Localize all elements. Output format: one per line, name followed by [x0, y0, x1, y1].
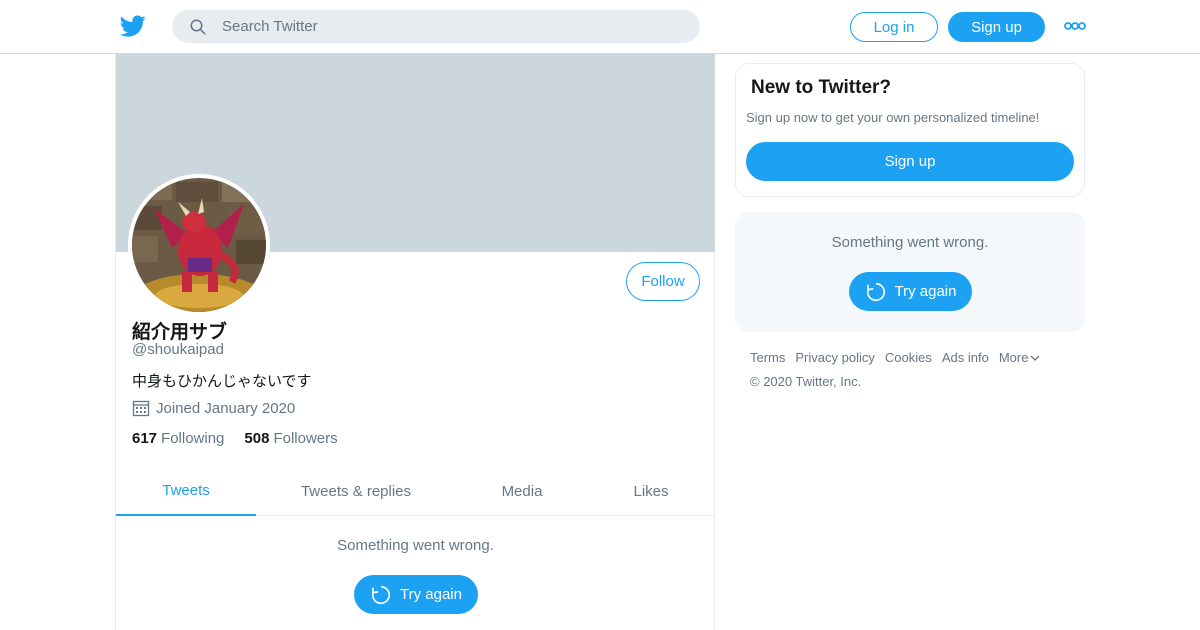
tab-tweets-replies[interactable]: Tweets & replies — [276, 466, 436, 516]
follow-button[interactable]: Follow — [626, 262, 700, 301]
search-box[interactable] — [172, 10, 700, 43]
timeline-error-text: Something went wrong. — [337, 537, 494, 554]
sidebar-footer: Terms Privacy policy Cookies Ads info Mo… — [750, 350, 1040, 389]
profile-tabs: Tweets Tweets & replies Media Likes — [116, 466, 715, 516]
sidebar-error-card: Something went wrong. Try again — [735, 212, 1085, 332]
tab-tweets[interactable]: Tweets — [116, 466, 256, 516]
footer-link-cookies[interactable]: Cookies — [885, 350, 932, 365]
followers-stat[interactable]: 508 Followers — [244, 430, 337, 447]
calendar-icon — [132, 400, 150, 417]
refresh-icon — [371, 585, 391, 604]
search-icon — [190, 19, 206, 35]
following-label: Following — [161, 430, 225, 447]
chevron-down-icon[interactable] — [1030, 353, 1040, 363]
followers-count: 508 — [244, 430, 270, 447]
try-again-label: Try again — [400, 586, 462, 603]
joined-date-text: Joined January 2020 — [156, 399, 296, 417]
sidebar-try-again-button[interactable]: Try again — [849, 272, 972, 311]
avatar-dragon-image — [132, 178, 266, 312]
profile-handle[interactable]: @shoukaipad — [132, 341, 224, 358]
sidebar-error-text: Something went wrong. — [831, 234, 989, 251]
top-navigation-bar: Log in Sign up — [0, 0, 1200, 54]
tab-media[interactable]: Media — [472, 466, 572, 516]
copyright-text: © 2020 Twitter, Inc. — [750, 374, 862, 389]
following-count: 617 — [132, 430, 158, 447]
new-to-twitter-subtitle: Sign up now to get your own personalized… — [746, 110, 1040, 125]
profile-column: Follow 紹介用サブ @shoukaipad 中身もひかんじゃないです Jo… — [115, 54, 715, 630]
refresh-icon — [866, 282, 885, 301]
sidebar-signup-button[interactable]: Sign up — [746, 142, 1074, 181]
profile-bio: 中身もひかんじゃないです — [132, 373, 312, 390]
more-dots-icon[interactable] — [1064, 20, 1086, 32]
avatar[interactable] — [128, 174, 270, 316]
footer-link-more[interactable]: More — [999, 350, 1029, 365]
signup-button[interactable]: Sign up — [948, 12, 1045, 42]
new-to-twitter-title: New to Twitter? — [751, 77, 892, 98]
profile-joined: Joined January 2020 — [132, 399, 295, 417]
twitter-logo-icon[interactable] — [120, 13, 146, 39]
search-input[interactable] — [222, 10, 682, 43]
timeline-try-again-button[interactable]: Try again — [354, 575, 478, 614]
following-stat[interactable]: 617 Following — [132, 430, 224, 447]
login-button[interactable]: Log in — [850, 12, 938, 42]
followers-label: Followers — [273, 430, 338, 447]
footer-link-ads-info[interactable]: Ads info — [942, 350, 989, 365]
new-to-twitter-card: New to Twitter? Sign up now to get your … — [735, 63, 1085, 197]
footer-link-privacy[interactable]: Privacy policy — [795, 350, 874, 365]
tab-likes[interactable]: Likes — [606, 466, 696, 516]
try-again-label: Try again — [894, 283, 957, 300]
profile-name: 紹介用サブ — [132, 322, 228, 343]
profile-stats: 617 Following 508 Followers — [132, 430, 358, 447]
footer-links: Terms Privacy policy Cookies Ads info Mo… — [750, 350, 1040, 365]
footer-link-terms[interactable]: Terms — [750, 350, 785, 365]
